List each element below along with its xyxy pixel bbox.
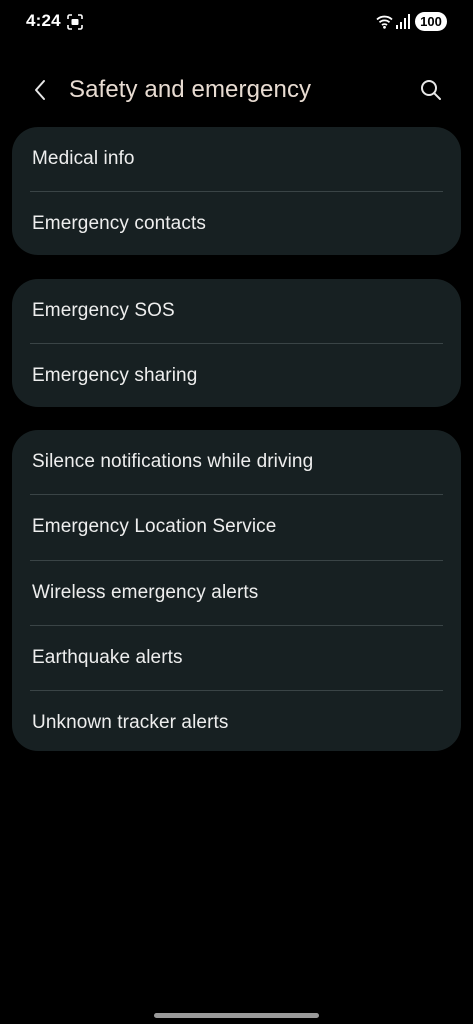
search-button[interactable] [414,76,448,108]
chevron-left-icon [33,79,47,106]
list-item-label: Emergency sharing [32,365,198,387]
list-item-emergency-sos[interactable]: Emergency SOS [12,279,461,343]
settings-group-sos: Emergency SOS Emergency sharing [12,279,461,407]
list-item-label: Silence notifications while driving [32,451,314,473]
list-item-emergency-contacts[interactable]: Emergency contacts [12,192,461,255]
list-item-label: Emergency contacts [32,213,206,235]
back-button[interactable] [24,76,56,108]
status-bar: 4:24 100 [0,0,473,44]
list-item-wireless-emergency-alerts[interactable]: Wireless emergency alerts [12,561,461,625]
list-item-emergency-location-service[interactable]: Emergency Location Service [12,495,461,559]
settings-group-alerts: Silence notifications while driving Emer… [12,430,461,751]
screenshot-icon [67,14,83,30]
list-item-earthquake-alerts[interactable]: Earthquake alerts [12,626,461,690]
list-item-label: Emergency Location Service [32,516,277,538]
signal-icon [396,14,410,29]
list-item-label: Wireless emergency alerts [32,581,259,603]
list-item-emergency-sharing[interactable]: Emergency sharing [12,344,461,407]
page-title: Safety and emergency [69,76,312,103]
list-item-label: Earthquake alerts [32,647,183,669]
wifi-icon [376,14,393,29]
battery-indicator: 100 [415,12,447,31]
list-item-label: Emergency SOS [32,300,175,322]
search-icon [420,79,442,106]
list-item-medical-info[interactable]: Medical info [12,127,461,191]
list-item-label: Unknown tracker alerts [32,712,229,734]
settings-group-contacts: Medical info Emergency contacts [12,127,461,255]
app-header: Safety and emergency [0,62,473,120]
list-item-silence-notifications[interactable]: Silence notifications while driving [12,430,461,494]
list-item-label: Medical info [32,148,135,170]
gesture-nav-handle[interactable] [154,1013,319,1018]
list-item-unknown-tracker-alerts[interactable]: Unknown tracker alerts [12,691,461,751]
status-time: 4:24 [26,11,61,30]
